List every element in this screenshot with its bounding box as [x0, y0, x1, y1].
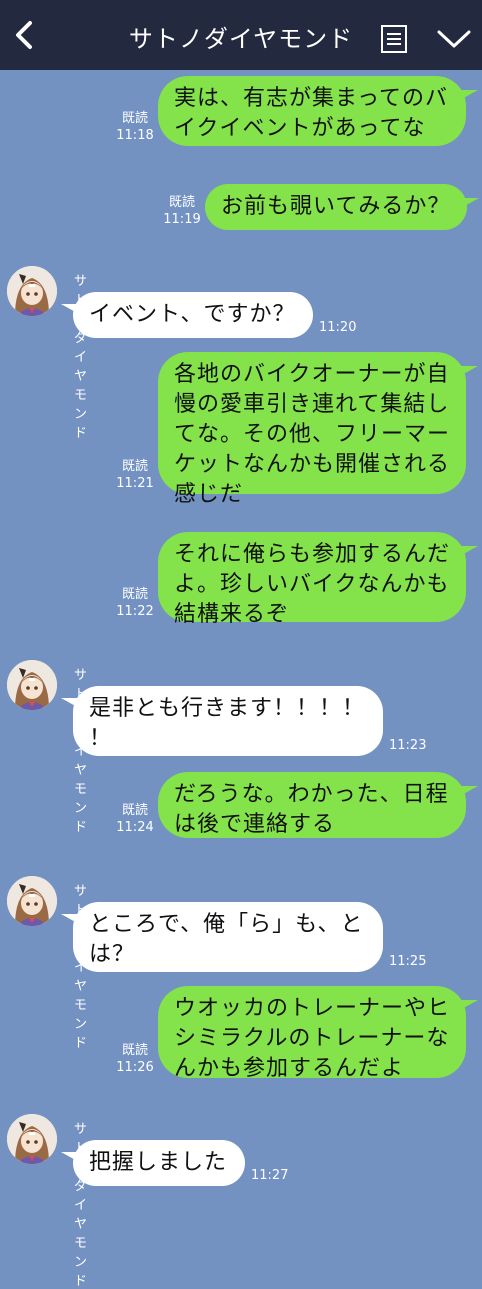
- message-bubble[interactable]: お前も覗いてみるか？: [205, 184, 467, 230]
- chevron-down-icon[interactable]: [436, 26, 472, 52]
- message-time: 11:24: [116, 820, 154, 835]
- read-receipt: 既読 11:21: [116, 458, 154, 492]
- message-time: 11:20: [319, 320, 357, 335]
- bubble-tail: [460, 786, 478, 796]
- bubble-tail: [460, 546, 478, 556]
- sender-name: サトノダイヤモンド: [74, 884, 89, 1051]
- bubble-tail: [461, 198, 479, 208]
- read-receipt: 既読 11:26: [116, 1042, 154, 1076]
- message-time: 11:23: [389, 738, 427, 753]
- read-label: 既読: [121, 111, 148, 126]
- avatar[interactable]: [7, 876, 57, 926]
- chat-title: サトノダイヤモンド: [128, 25, 354, 53]
- bubble-tail: [460, 1000, 478, 1010]
- message-time: 11:19: [163, 212, 201, 227]
- avatar[interactable]: [7, 266, 57, 316]
- sender-name: サトノダイヤモンド: [74, 274, 89, 441]
- read-label: 既読: [121, 803, 148, 818]
- sender-name: サトノダイヤモンド: [74, 1122, 89, 1289]
- message-bubble[interactable]: 実は、有志が集まってのバ イクイベントがあってな: [158, 76, 466, 146]
- message-bubble[interactable]: ウオッカのトレーナーやヒ シミラクルのトレーナーな んかも参加するんだよ: [158, 986, 466, 1081]
- bubble-tail: [460, 366, 478, 376]
- read-receipt: 既読 11:24: [116, 802, 154, 836]
- message-time: 11:18: [116, 128, 154, 143]
- message-time: 11:26: [116, 1060, 154, 1075]
- message-bubble[interactable]: イベント、ですか？: [73, 292, 313, 338]
- message-bubble[interactable]: 是非とも行きます！！！！ ！: [73, 686, 383, 756]
- read-label: 既読: [121, 459, 148, 474]
- read-label: 既読: [121, 587, 148, 602]
- chat-header: サトノダイヤモンド: [0, 0, 482, 70]
- avatar[interactable]: [7, 660, 57, 710]
- read-label: 既読: [121, 1043, 148, 1058]
- message-bubble[interactable]: だろうな。わかった、日程 は後で連絡する: [158, 772, 466, 838]
- message-time: 11:22: [116, 604, 154, 619]
- avatar[interactable]: [7, 1114, 57, 1164]
- read-label: 既読: [168, 195, 195, 210]
- message-time: 11:25: [389, 954, 427, 969]
- message-bubble[interactable]: ところで、俺「ら」も、と は？: [73, 902, 383, 972]
- read-receipt: 既読 11:19: [163, 194, 201, 228]
- read-receipt: 既読 11:18: [116, 110, 154, 144]
- message-time: 11:21: [116, 476, 154, 491]
- read-receipt: 既読 11:22: [116, 586, 154, 620]
- note-menu-icon[interactable]: [380, 24, 408, 54]
- message-time: 11:27: [251, 1168, 289, 1183]
- message-bubble[interactable]: 把握しました: [73, 1140, 245, 1186]
- sender-name: サトノダイヤモンド: [74, 668, 89, 835]
- bubble-tail: [460, 90, 478, 100]
- message-bubble[interactable]: 各地のバイクオーナーが自 慢の愛車引き連れて集結し てな。その他、フリーマー ケ…: [158, 352, 466, 507]
- message-bubble[interactable]: それに俺らも参加するんだ よ。珍しいバイクなんかも 結構来るぞ: [158, 532, 466, 627]
